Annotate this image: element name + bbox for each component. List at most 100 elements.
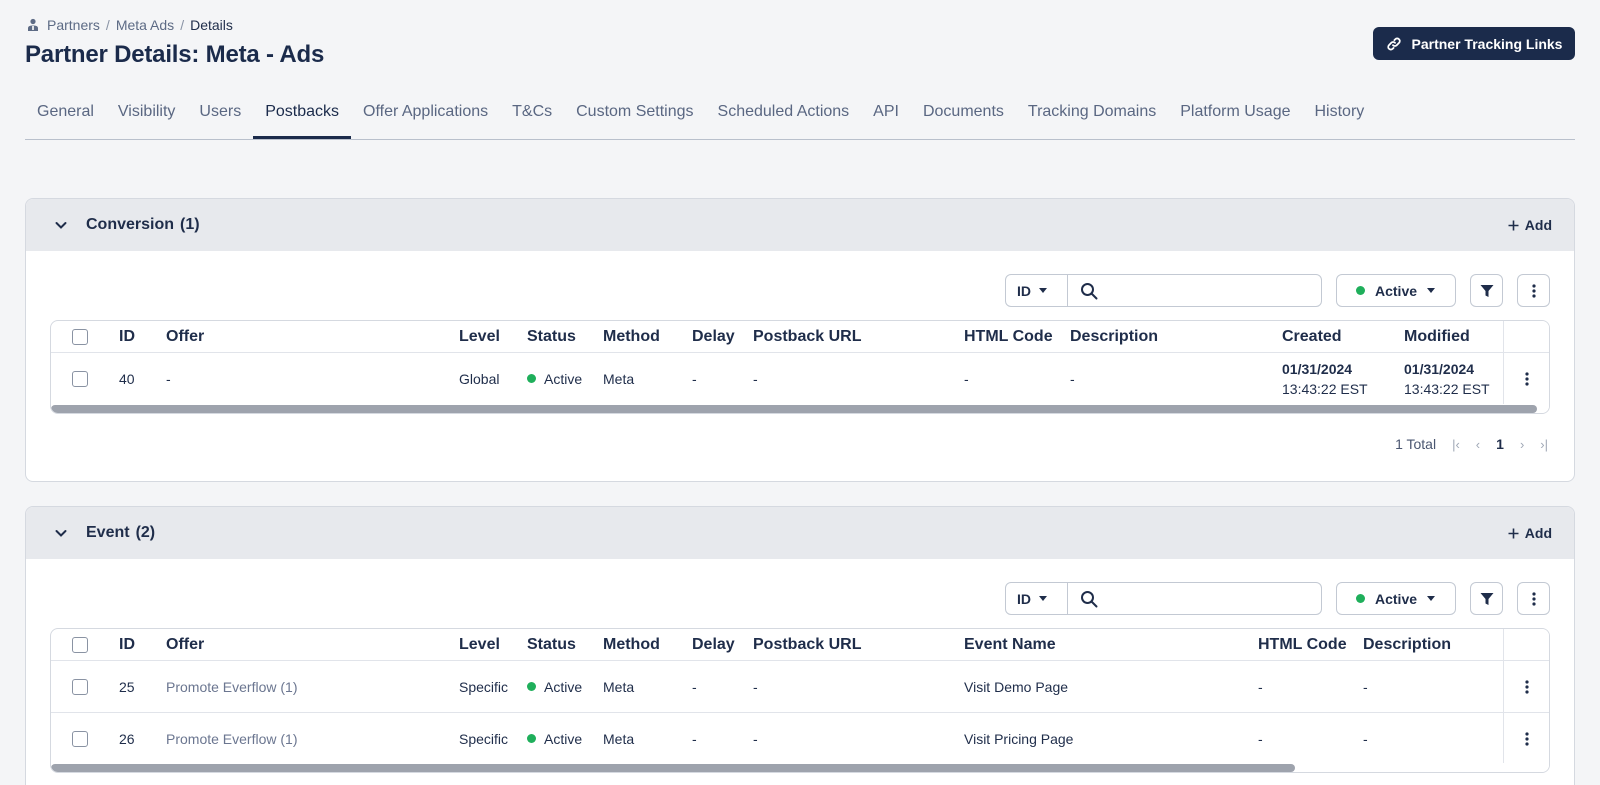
row-checkbox[interactable] (72, 730, 88, 747)
tab-users[interactable]: Users (187, 92, 253, 139)
event-status-filter[interactable]: Active (1336, 582, 1456, 615)
column-header-method[interactable]: Method (603, 629, 660, 660)
column-header-level[interactable]: Level (459, 629, 500, 660)
conversion-add-button[interactable]: Add (1508, 217, 1552, 233)
table-row[interactable]: 40 - Global Active Meta - - - - 01/31/20… (51, 353, 1549, 404)
event-search-input[interactable] (1068, 583, 1321, 614)
event-filter-button[interactable] (1470, 582, 1503, 615)
cell-offer-link[interactable]: Promote Everflow (1) (166, 713, 297, 764)
column-header-description[interactable]: Description (1070, 321, 1158, 352)
tab-custom-settings[interactable]: Custom Settings (564, 92, 705, 139)
conversion-status-filter[interactable]: Active (1336, 274, 1456, 307)
column-header-delay[interactable]: Delay (692, 321, 735, 352)
cell-event-name: Visit Demo Page (964, 678, 1069, 695)
column-header-event-name[interactable]: Event Name (964, 629, 1056, 660)
event-add-button[interactable]: Add (1508, 525, 1552, 541)
tab-scheduled-actions[interactable]: Scheduled Actions (706, 92, 862, 139)
column-header-html-code[interactable]: HTML Code (1258, 629, 1347, 660)
event-search-field-select[interactable]: ID (1006, 583, 1068, 614)
row-actions-button[interactable] (1503, 713, 1549, 764)
conversion-pagination: 1 Total |‹ ‹ 1 › ›| (1395, 436, 1548, 452)
column-header-modified[interactable]: Modified (1404, 321, 1470, 352)
column-header-postback-url[interactable]: Postback URL (753, 629, 861, 660)
breadcrumb-meta-ads[interactable]: Meta Ads (116, 17, 174, 33)
conversion-filter-button[interactable] (1470, 274, 1503, 307)
cell-description: - (1070, 370, 1075, 387)
column-header-offer[interactable]: Offer (166, 629, 204, 660)
cell-status-text: Active (544, 370, 583, 387)
cell-postback-url: - (753, 370, 758, 387)
cell-status-text: Active (544, 730, 583, 747)
conversion-add-label: Add (1524, 217, 1552, 233)
scrollbar-thumb[interactable] (51, 764, 1295, 772)
column-header-delay[interactable]: Delay (692, 629, 735, 660)
select-all-checkbox[interactable] (72, 328, 88, 345)
tab-tcs[interactable]: T&Cs (500, 92, 564, 139)
select-all-checkbox[interactable] (72, 636, 88, 653)
cell-created-date: 01/31/2024 (1282, 360, 1353, 377)
column-header-level[interactable]: Level (459, 321, 500, 352)
chevron-down-icon[interactable] (54, 526, 68, 540)
partner-tracking-links-button[interactable]: Partner Tracking Links (1373, 27, 1575, 60)
cell-delay: - (692, 678, 697, 695)
tab-api[interactable]: API (861, 92, 911, 139)
column-header-status[interactable]: Status (527, 629, 576, 660)
tab-offer-applications[interactable]: Offer Applications (351, 92, 500, 139)
total-count: 1 Total (1395, 436, 1437, 452)
breadcrumb-partners[interactable]: Partners (47, 17, 100, 33)
tab-platform-usage[interactable]: Platform Usage (1168, 92, 1302, 139)
last-page-icon[interactable]: ›| (1540, 437, 1548, 452)
first-page-icon[interactable]: |‹ (1452, 437, 1460, 452)
actions-header (1503, 321, 1549, 352)
more-vertical-icon (1524, 679, 1529, 694)
cell-offer-link[interactable]: Promote Everflow (1) (166, 661, 297, 712)
event-search-group: ID (1005, 582, 1322, 615)
cell-created-time: 13:43:22 EST (1282, 380, 1368, 397)
row-actions-button[interactable] (1503, 353, 1549, 404)
next-page-icon[interactable]: › (1520, 437, 1524, 452)
filter-icon (1480, 592, 1493, 605)
conversion-search-group: ID (1005, 274, 1322, 307)
column-header-id[interactable]: ID (119, 321, 135, 352)
horizontal-scrollbar[interactable] (51, 404, 1549, 413)
tab-documents[interactable]: Documents (911, 92, 1016, 139)
table-row[interactable]: 25 Promote Everflow (1) Specific Active … (51, 661, 1549, 713)
table-row[interactable]: 26 Promote Everflow (1) Specific Active … (51, 713, 1549, 764)
caret-down-icon (1427, 288, 1436, 293)
plus-icon (1508, 528, 1519, 538)
tab-visibility[interactable]: Visibility (106, 92, 188, 139)
tab-general[interactable]: General (25, 92, 106, 139)
tab-tracking-domains[interactable]: Tracking Domains (1016, 92, 1168, 139)
scrollbar-thumb[interactable] (51, 405, 1537, 413)
conversion-more-button[interactable] (1517, 274, 1550, 307)
column-header-created[interactable]: Created (1282, 321, 1342, 352)
tab-postbacks[interactable]: Postbacks (253, 92, 352, 139)
conversion-toolbar: ID Active (1005, 274, 1550, 307)
conversion-search-field-select[interactable]: ID (1006, 275, 1068, 306)
column-header-status[interactable]: Status (527, 321, 576, 352)
column-header-html-code[interactable]: HTML Code (964, 321, 1053, 352)
cell-delay: - (692, 730, 697, 747)
breadcrumb-current: Details (190, 17, 233, 33)
chevron-down-icon[interactable] (54, 218, 68, 232)
search-field-value: ID (1017, 282, 1031, 299)
column-header-description[interactable]: Description (1363, 629, 1451, 660)
conversion-search-input[interactable] (1068, 275, 1321, 306)
row-checkbox[interactable] (72, 370, 88, 387)
tab-history[interactable]: History (1303, 92, 1377, 139)
page: Partners / Meta Ads / Details Partner De… (0, 0, 1600, 785)
filter-icon (1480, 284, 1493, 297)
cell-description: - (1363, 730, 1368, 747)
row-checkbox[interactable] (72, 678, 88, 695)
column-header-offer[interactable]: Offer (166, 321, 204, 352)
event-panel-header[interactable]: Event (2) Add (26, 507, 1574, 559)
horizontal-scrollbar[interactable] (51, 763, 1549, 772)
current-page[interactable]: 1 (1496, 436, 1504, 452)
event-more-button[interactable] (1517, 582, 1550, 615)
column-header-id[interactable]: ID (119, 629, 135, 660)
column-header-method[interactable]: Method (603, 321, 660, 352)
column-header-postback-url[interactable]: Postback URL (753, 321, 861, 352)
previous-page-icon[interactable]: ‹ (1476, 437, 1480, 452)
row-actions-button[interactable] (1503, 661, 1549, 712)
conversion-panel-header[interactable]: Conversion (1) Add (26, 199, 1574, 251)
